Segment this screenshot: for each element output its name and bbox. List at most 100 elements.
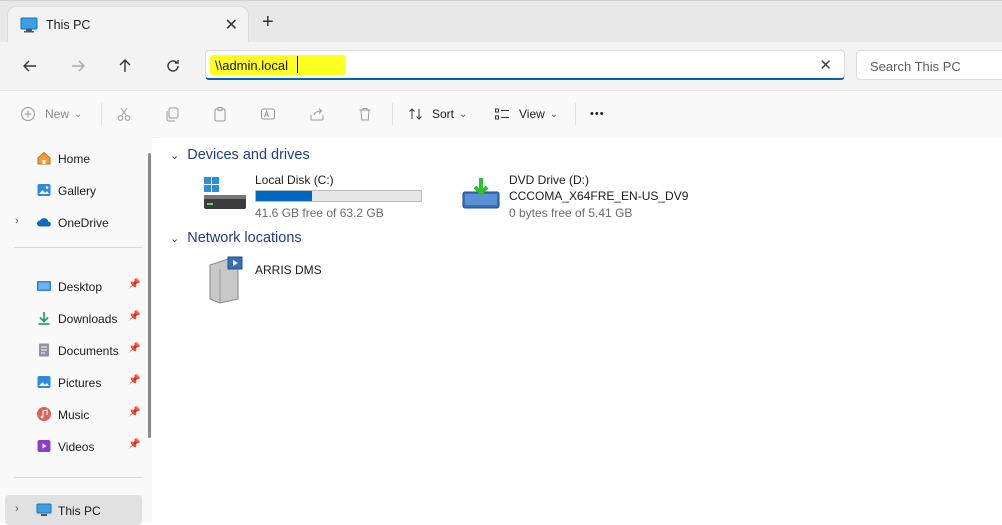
drive-usage-fill xyxy=(256,191,313,201)
address-bar[interactable]: \\admin.local ✕ xyxy=(205,50,845,80)
copy-icon xyxy=(166,107,179,122)
toolbar-divider xyxy=(101,103,102,125)
view-label: View xyxy=(519,107,545,121)
delete-button[interactable] xyxy=(357,103,373,125)
network-item-name: ARRIS DMS xyxy=(255,263,322,277)
sidebar-item-desktop[interactable]: Desktop 📌 xyxy=(0,271,142,301)
gallery-icon xyxy=(37,184,51,196)
group-header-devices[interactable]: ⌄ Devices and drives xyxy=(170,147,310,163)
chevron-down-icon: ⌄ xyxy=(459,108,468,120)
scissors-icon xyxy=(117,107,131,121)
sidebar-item-label: Desktop xyxy=(58,280,103,294)
sidebar-item-label: Music xyxy=(58,408,90,422)
desktop-icon xyxy=(37,281,51,291)
hard-drive-icon xyxy=(204,177,246,209)
tab-bar: This PC ✕ + xyxy=(0,0,1002,43)
copy-button[interactable] xyxy=(164,103,180,125)
sidebar-item-label: Pictures xyxy=(58,376,102,390)
paste-button[interactable] xyxy=(212,103,228,125)
sidebar-item-downloads[interactable]: Downloads 📌 xyxy=(0,303,142,333)
group-title: Network locations xyxy=(187,230,302,246)
sort-button[interactable]: Sort ⌄ xyxy=(408,103,467,125)
clear-address-button[interactable]: ✕ xyxy=(819,56,832,74)
chevron-down-icon: ⌄ xyxy=(74,108,83,120)
search-input[interactable]: Search This PC xyxy=(870,59,961,74)
clipboard-icon xyxy=(214,107,226,122)
chevron-right-icon[interactable]: › xyxy=(15,215,19,227)
sidebar-item-gallery[interactable]: Gallery xyxy=(0,175,142,205)
trash-icon xyxy=(359,108,371,121)
sidebar-scrollbar[interactable] xyxy=(148,153,151,438)
cut-button[interactable] xyxy=(116,103,132,125)
pin-icon[interactable]: 📌 xyxy=(128,279,140,290)
pin-icon[interactable]: 📌 xyxy=(128,343,140,354)
documents-icon xyxy=(39,343,49,357)
group-header-network[interactable]: ⌄ Network locations xyxy=(170,230,302,246)
search-box[interactable]: Search This PC xyxy=(856,50,1002,80)
navigation-pane: Home Gallery › OneDrive Desktop 📌 Downlo… xyxy=(0,137,152,525)
pictures-icon xyxy=(37,376,51,388)
sidebar-item-this-pc[interactable]: › This PC xyxy=(5,495,142,525)
pin-icon[interactable]: 📌 xyxy=(128,407,140,418)
sidebar-item-label: This PC xyxy=(58,504,101,518)
this-pc-icon xyxy=(36,503,52,516)
drive-usage-bar xyxy=(255,190,422,202)
music-icon xyxy=(37,407,51,421)
arrow-left-icon xyxy=(23,60,36,72)
network-item-arris-dms[interactable]: ARRIS DMS xyxy=(206,255,386,305)
drive-item-local-disk[interactable]: Local Disk (C:) 41.6 GB free of 63.2 GB xyxy=(202,171,432,220)
share-icon xyxy=(310,108,324,121)
sidebar-item-home[interactable]: Home xyxy=(0,143,142,173)
sort-icon xyxy=(409,108,422,120)
arrow-up-icon xyxy=(119,59,131,72)
pin-icon[interactable]: 📌 xyxy=(128,375,140,386)
sort-label: Sort xyxy=(432,107,455,121)
view-button[interactable]: View ⌄ xyxy=(494,103,558,125)
downloads-icon xyxy=(38,312,50,325)
new-tab-button[interactable]: + xyxy=(262,11,274,34)
drive-free-space: 0 bytes free of 5.41 GB xyxy=(509,206,633,220)
sidebar-divider xyxy=(14,247,142,248)
new-label: New xyxy=(45,107,70,121)
pin-icon[interactable]: 📌 xyxy=(128,439,140,450)
command-bar: New ⌄ Sort ⌄ View ⌄ ••• xyxy=(0,91,1002,138)
sidebar-item-pictures[interactable]: Pictures 📌 xyxy=(0,367,142,397)
refresh-button[interactable] xyxy=(161,54,185,78)
more-options-button[interactable]: ••• xyxy=(590,103,605,125)
rename-button[interactable] xyxy=(260,103,276,125)
address-input[interactable]: \\admin.local xyxy=(215,58,288,73)
pin-icon[interactable]: 📌 xyxy=(128,311,140,322)
this-pc-icon xyxy=(20,17,38,33)
tab-title: This PC xyxy=(46,18,91,32)
back-button[interactable] xyxy=(18,54,42,78)
drive-volume-label: CCCOMA_X64FRE_EN-US_DV9 xyxy=(509,189,689,203)
sidebar-item-onedrive[interactable]: › OneDrive xyxy=(0,207,142,237)
sidebar-item-videos[interactable]: Videos 📌 xyxy=(0,431,142,461)
rename-icon xyxy=(261,108,275,120)
chevron-down-icon: ⌄ xyxy=(170,232,180,245)
sidebar-item-label: Home xyxy=(58,152,91,166)
share-button[interactable] xyxy=(309,103,325,125)
view-list-icon xyxy=(495,108,509,120)
dvd-drive-icon xyxy=(462,178,500,209)
chevron-down-icon: ⌄ xyxy=(170,149,180,162)
sidebar-item-label: Videos xyxy=(58,440,95,454)
up-button[interactable] xyxy=(113,54,137,78)
tab-this-pc[interactable]: This PC ✕ xyxy=(8,7,248,43)
arrow-right-icon xyxy=(72,60,85,72)
sidebar-item-label: Documents xyxy=(58,344,119,358)
media-server-icon xyxy=(209,256,243,304)
sidebar-divider xyxy=(14,477,142,478)
onedrive-icon xyxy=(37,218,51,227)
plus-circle-icon xyxy=(21,107,35,121)
drive-free-space: 41.6 GB free of 63.2 GB xyxy=(255,206,384,220)
sidebar-item-documents[interactable]: Documents 📌 xyxy=(0,335,142,365)
forward-button[interactable] xyxy=(66,54,90,78)
tab-close-button[interactable]: ✕ xyxy=(225,15,238,35)
toolbar-divider xyxy=(392,103,393,125)
drive-item-dvd[interactable]: DVD Drive (D:) CCCOMA_X64FRE_EN-US_DV9 0… xyxy=(462,171,702,220)
new-button[interactable]: New ⌄ xyxy=(20,103,82,125)
group-title: Devices and drives xyxy=(187,147,310,163)
sidebar-item-music[interactable]: Music 📌 xyxy=(0,399,142,429)
chevron-right-icon[interactable]: › xyxy=(15,503,19,515)
